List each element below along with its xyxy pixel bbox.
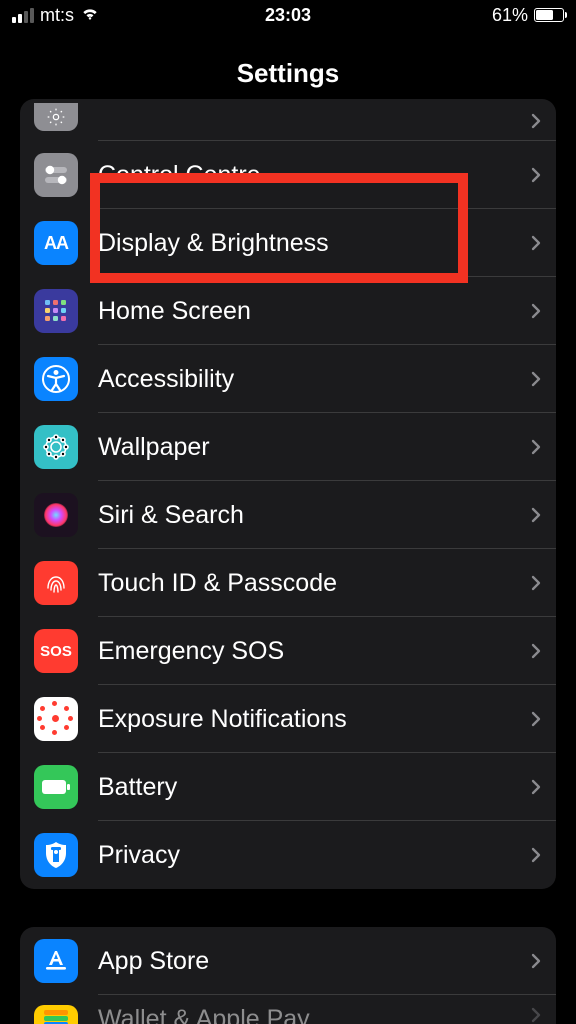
settings-row-label: Wallet & Apple Pay xyxy=(98,1005,530,1024)
app-store-icon xyxy=(34,939,78,983)
settings-row-siri-search[interactable]: Siri & Search xyxy=(20,481,556,549)
settings-row-app-store[interactable]: App Store xyxy=(20,927,556,995)
status-bar: mt:s 23:03 61% xyxy=(0,0,576,30)
settings-row-touchid-passcode[interactable]: Touch ID & Passcode xyxy=(20,549,556,617)
chevron-right-icon xyxy=(530,111,542,131)
chevron-right-icon xyxy=(530,573,542,593)
settings-row-control-centre[interactable]: Control Centre xyxy=(20,141,556,209)
chevron-right-icon xyxy=(530,437,542,457)
sos-glyph: SOS xyxy=(40,643,72,660)
settings-group-general: General Control Centre AA Display & Brig… xyxy=(20,99,556,889)
chevron-right-icon xyxy=(530,641,542,661)
settings-row-display-brightness[interactable]: AA Display & Brightness xyxy=(20,209,556,277)
control-centre-icon xyxy=(34,153,78,197)
chevron-right-icon xyxy=(530,709,542,729)
settings-row-privacy[interactable]: Privacy xyxy=(20,821,556,889)
settings-row-wallpaper[interactable]: Wallpaper xyxy=(20,413,556,481)
battery-percent-label: 61% xyxy=(492,5,528,26)
wallpaper-icon xyxy=(34,425,78,469)
settings-row-exposure-notifications[interactable]: Exposure Notifications xyxy=(20,685,556,753)
display-brightness-icon: AA xyxy=(34,221,78,265)
settings-row-label: Touch ID & Passcode xyxy=(98,569,530,598)
battery-icon xyxy=(534,8,564,22)
status-left: mt:s xyxy=(12,5,100,26)
siri-icon xyxy=(34,493,78,537)
settings-row-label: Wallpaper xyxy=(98,433,530,462)
sos-icon: SOS xyxy=(34,629,78,673)
signal-icon xyxy=(12,8,34,23)
settings-row-battery[interactable]: Battery xyxy=(20,753,556,821)
chevron-right-icon xyxy=(530,233,542,253)
settings-row-accessibility[interactable]: Accessibility xyxy=(20,345,556,413)
wifi-icon xyxy=(80,5,100,26)
wallet-icon xyxy=(34,1005,78,1024)
settings-row-label: Home Screen xyxy=(98,297,530,326)
status-right: 61% xyxy=(492,5,564,26)
carrier-label: mt:s xyxy=(40,5,74,26)
chevron-right-icon xyxy=(530,505,542,525)
settings-row-label: Display & Brightness xyxy=(98,229,530,258)
exposure-notifications-icon xyxy=(34,697,78,741)
chevron-right-icon xyxy=(530,845,542,865)
accessibility-icon xyxy=(34,357,78,401)
settings-row-label: Battery xyxy=(98,773,530,802)
settings-row-label: Privacy xyxy=(98,841,530,870)
page-title: Settings xyxy=(0,58,576,89)
settings-row-label: Accessibility xyxy=(98,365,530,394)
touchid-icon xyxy=(34,561,78,605)
settings-row-label: App Store xyxy=(98,947,530,976)
settings-group-store: App Store Wallet & Apple Pay xyxy=(20,927,556,1024)
settings-row-home-screen[interactable]: Home Screen xyxy=(20,277,556,345)
gear-icon xyxy=(34,103,78,131)
settings-row-wallet-apple-pay[interactable]: Wallet & Apple Pay xyxy=(20,995,556,1024)
chevron-right-icon xyxy=(530,165,542,185)
settings-row-label: Emergency SOS xyxy=(98,637,530,666)
aa-glyph: AA xyxy=(44,233,68,254)
settings-row-label: Control Centre xyxy=(98,161,530,190)
battery-cell-icon xyxy=(34,765,78,809)
settings-row-label: Siri & Search xyxy=(98,501,530,530)
chevron-right-icon xyxy=(530,777,542,797)
settings-row-label: Exposure Notifications xyxy=(98,705,530,734)
chevron-right-icon xyxy=(530,369,542,389)
settings-row-emergency-sos[interactable]: SOS Emergency SOS xyxy=(20,617,556,685)
settings-row-general[interactable]: General xyxy=(20,99,556,141)
chevron-right-icon xyxy=(530,301,542,321)
clock-label: 23:03 xyxy=(265,5,311,26)
home-screen-icon xyxy=(34,289,78,333)
chevron-right-icon xyxy=(530,1005,542,1024)
chevron-right-icon xyxy=(530,951,542,971)
privacy-icon xyxy=(34,833,78,877)
